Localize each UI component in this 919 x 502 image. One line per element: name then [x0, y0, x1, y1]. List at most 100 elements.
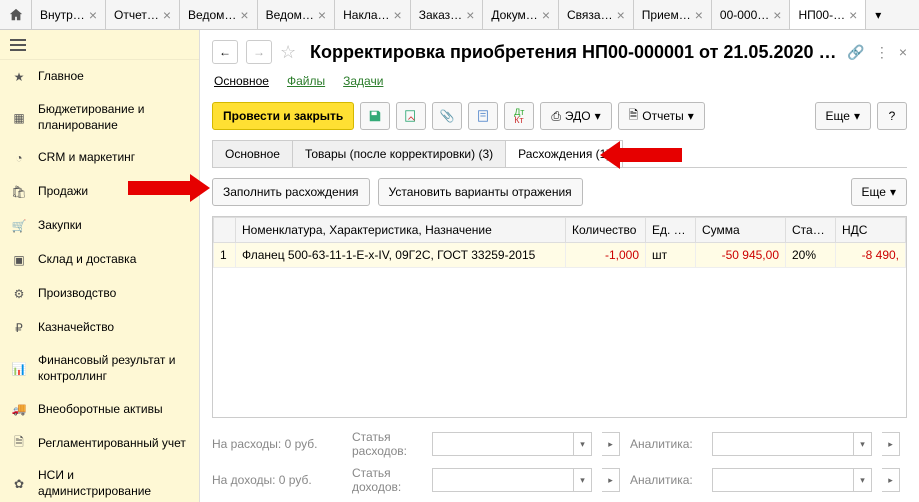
tab-4[interactable]: Накла…×	[335, 0, 411, 29]
sidebar-item-main[interactable]: ★Главное	[0, 60, 199, 94]
sidebar-item-regulated[interactable]: 🗎Регламентированный учет	[0, 426, 199, 460]
book-icon: 🗎	[10, 434, 28, 452]
cell-idx: 1	[214, 243, 236, 268]
close-icon[interactable]: ×	[542, 8, 550, 22]
tab-7[interactable]: Связа…×	[559, 0, 634, 29]
chevron-down-icon: ▾	[595, 109, 601, 123]
sidebar-item-treasury[interactable]: ₽Казначейство	[0, 311, 199, 345]
close-icon[interactable]: ×	[899, 44, 907, 61]
close-icon[interactable]: ×	[695, 8, 703, 22]
close-icon[interactable]: ×	[89, 8, 97, 22]
close-icon[interactable]: ×	[849, 8, 857, 22]
income-article-open[interactable]: ▸	[602, 468, 620, 492]
edo-button[interactable]: ⎙ ЭДО ▾	[540, 102, 611, 130]
close-icon[interactable]: ×	[318, 8, 326, 22]
close-icon[interactable]: ×	[394, 8, 402, 22]
dtct-button[interactable]: ДтКт	[504, 102, 534, 130]
back-button[interactable]: ←	[212, 40, 238, 64]
expense-analytics-select[interactable]: ▾	[712, 432, 872, 456]
tab-5[interactable]: Заказ…×	[411, 0, 484, 29]
favorite-toggle[interactable]: ☆	[280, 42, 302, 63]
tab-main[interactable]: Основное	[212, 140, 293, 167]
help-button[interactable]: ?	[877, 102, 907, 130]
col-rate[interactable]: Ста…	[786, 218, 836, 243]
tab-6[interactable]: Докум…×	[483, 0, 559, 29]
diff-grid[interactable]: Номенклатура, Характеристика, Назначение…	[212, 216, 907, 418]
close-icon[interactable]: ×	[773, 8, 781, 22]
page-title: Корректировка приобретения НП00-000001 о…	[310, 42, 839, 63]
tab-0[interactable]: Внутр…×	[32, 0, 106, 29]
chevron-down-icon: ▾	[573, 433, 591, 455]
tab-3[interactable]: Ведом…×	[258, 0, 336, 29]
col-unit[interactable]: Ед. …	[646, 218, 696, 243]
close-icon[interactable]: ×	[240, 8, 248, 22]
col-qty[interactable]: Количество	[566, 218, 646, 243]
bag-icon: 🛍	[10, 183, 28, 201]
more-icon[interactable]: ⋮	[875, 44, 889, 61]
table-row[interactable]: 1 Фланец 500-63-11-1-E-x-IV, 09Г2С, ГОСТ…	[214, 243, 906, 268]
post-button[interactable]	[396, 102, 426, 130]
tab-9[interactable]: 00-000…×	[712, 0, 791, 29]
income-article-select[interactable]: ▾	[432, 468, 592, 492]
menu-toggle[interactable]	[0, 30, 199, 60]
sub-toolbar: Заполнить расхождения Установить вариант…	[200, 168, 919, 216]
expense-analytics-open[interactable]: ▸	[882, 432, 900, 456]
tabs-overflow[interactable]: ▾	[866, 0, 890, 29]
sidebar-item-production[interactable]: ⚙Производство	[0, 277, 199, 311]
annotation-arrow-2	[600, 141, 682, 169]
forward-button[interactable]: →	[246, 40, 272, 64]
sidebar-item-crm[interactable]: ◔CRM и маркетинг	[0, 141, 199, 175]
save-button[interactable]	[360, 102, 390, 130]
sidebar-item-budget[interactable]: ▦Бюджетирование и планирование	[0, 94, 199, 141]
col-name[interactable]: Номенклатура, Характеристика, Назначение	[236, 218, 566, 243]
sidebar-item-admin[interactable]: ✿НСИ и администрирование	[0, 460, 199, 502]
sidebar-item-finance[interactable]: 📊Финансовый результат и контроллинг	[0, 345, 199, 392]
chevron-down-icon: ▾	[573, 469, 591, 491]
tab-goods[interactable]: Товары (после корректировки) (3)	[292, 140, 506, 167]
set-variants-button[interactable]: Установить варианты отражения	[378, 178, 583, 206]
analytics-label-1: Аналитика:	[630, 437, 702, 451]
chevron-down-icon: ▾	[688, 109, 694, 123]
sub-more-button[interactable]: Еще ▾	[851, 178, 907, 206]
home-tab[interactable]	[0, 0, 32, 29]
save-icon	[368, 109, 382, 123]
expense-article-select[interactable]: ▾	[432, 432, 592, 456]
sidebar-item-warehouse[interactable]: ▣Склад и доставка	[0, 243, 199, 277]
close-icon[interactable]: ×	[163, 8, 171, 22]
home-icon	[9, 8, 23, 22]
link-main[interactable]: Основное	[214, 74, 269, 88]
income-analytics-open[interactable]: ▸	[882, 468, 900, 492]
link-files[interactable]: Файлы	[287, 74, 325, 88]
tab-2[interactable]: Ведом…×	[180, 0, 258, 29]
print-button[interactable]	[468, 102, 498, 130]
post-close-button[interactable]: Провести и закрыть	[212, 102, 354, 130]
fill-diff-button[interactable]: Заполнить расхождения	[212, 178, 370, 206]
tab-1[interactable]: Отчет…×	[106, 0, 180, 29]
expense-article-open[interactable]: ▸	[602, 432, 620, 456]
tab-10[interactable]: НП00-…×	[790, 0, 866, 29]
col-vat[interactable]: НДС	[836, 218, 906, 243]
close-icon[interactable]: ×	[466, 8, 474, 22]
doc-tabs: Основное Товары (после корректировки) (3…	[212, 140, 907, 168]
income-analytics-select[interactable]: ▾	[712, 468, 872, 492]
reports-button[interactable]: 🗎 Отчеты ▾	[618, 102, 705, 130]
chevron-down-icon: ▾	[854, 109, 860, 123]
boxes-icon: ▣	[10, 251, 28, 269]
cell-unit: шт	[646, 243, 696, 268]
expense-article-label: Статья расходов:	[352, 430, 422, 458]
tab-8[interactable]: Прием…×	[634, 0, 712, 29]
link-tasks[interactable]: Задачи	[343, 74, 383, 88]
sidebar-item-assets[interactable]: 🚚Внеоборотные активы	[0, 392, 199, 426]
truck-icon: 🚚	[10, 400, 28, 418]
annotation-arrow-1	[128, 174, 210, 202]
close-icon[interactable]: ×	[617, 8, 625, 22]
col-idx[interactable]	[214, 218, 236, 243]
sidebar-item-purchase[interactable]: 🛒Закупки	[0, 209, 199, 243]
related-button[interactable]: 📎	[432, 102, 462, 130]
edo-icon: ⎙	[551, 109, 561, 124]
link-icon[interactable]: 🔗	[847, 44, 864, 61]
chevron-down-icon: ▾	[853, 433, 871, 455]
more-button[interactable]: Еще ▾	[815, 102, 871, 130]
income-label: На доходы: 0 руб.	[212, 473, 342, 487]
col-sum[interactable]: Сумма	[696, 218, 786, 243]
